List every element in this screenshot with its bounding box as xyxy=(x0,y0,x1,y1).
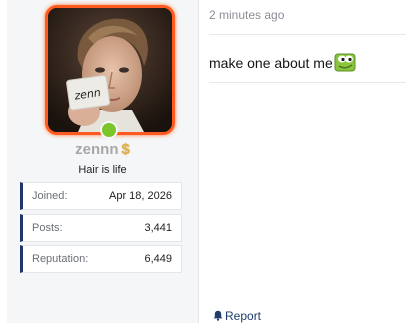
post-message: make one about me xyxy=(209,52,356,75)
stat-label: Reputation: xyxy=(32,253,89,265)
stat-posts: Posts: 3,441 xyxy=(20,214,182,242)
bell-icon xyxy=(213,310,223,323)
username-row: zennn $ xyxy=(7,141,198,158)
stat-value: 6,449 xyxy=(144,253,172,265)
username[interactable]: zennn xyxy=(75,141,118,158)
forum-post: zenn zennn $ Hair is life Joined: Apr 18,… xyxy=(0,0,406,323)
post-timestamp[interactable]: 2 minutes ago xyxy=(209,8,284,22)
user-avatar[interactable]: zenn xyxy=(45,5,175,135)
report-button[interactable]: Report xyxy=(213,309,261,323)
stat-label: Posts: xyxy=(32,222,63,234)
divider xyxy=(209,34,406,35)
stat-reputation: Reputation: 6,449 xyxy=(20,245,182,273)
dollar-icon: $ xyxy=(121,141,130,158)
stat-value: Apr 18, 2026 xyxy=(109,190,172,202)
divider xyxy=(209,82,406,83)
user-title: Hair is life xyxy=(78,164,127,176)
online-status-indicator xyxy=(100,121,118,139)
stat-label: Joined: xyxy=(32,190,68,202)
avatar-photo: zenn xyxy=(48,8,172,132)
stat-value: 3,441 xyxy=(144,222,172,234)
pepe-frog-emoji-icon xyxy=(334,52,356,75)
report-label: Report xyxy=(225,309,262,323)
stat-joined: Joined: Apr 18, 2026 xyxy=(20,182,182,210)
post-message-text: make one about me xyxy=(209,55,333,71)
user-sidebar: zenn zennn $ Hair is life Joined: Apr 18,… xyxy=(7,0,199,323)
